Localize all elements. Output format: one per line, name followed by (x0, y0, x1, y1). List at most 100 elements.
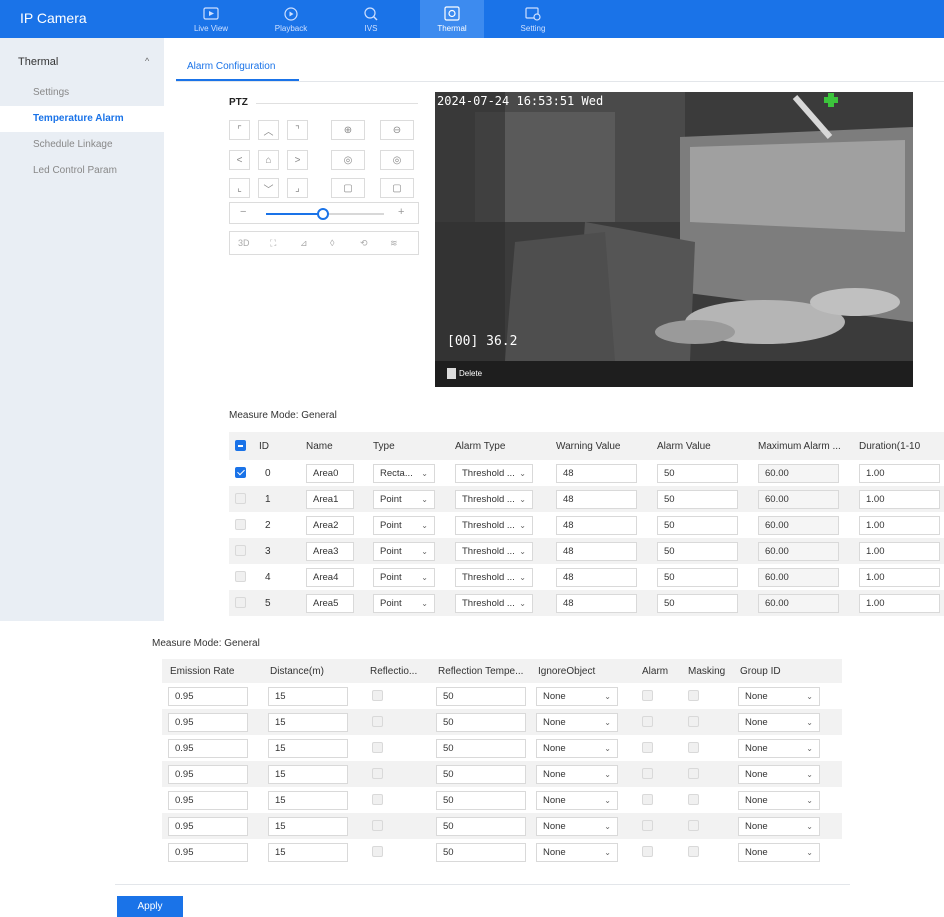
nav-setting[interactable]: Setting (502, 0, 564, 38)
name-input[interactable]: Area4 (306, 567, 354, 587)
focus-frame-icon[interactable]: ⛶ (270, 238, 276, 249)
reflection-checkbox[interactable] (372, 716, 383, 728)
ignore-object-select[interactable]: None ⌄ (536, 712, 618, 732)
focus-far-button[interactable]: ◎ (380, 150, 414, 170)
reflection-checkbox[interactable] (372, 846, 383, 858)
alarm-type-select[interactable]: Threshold ... ⌄ (455, 593, 533, 613)
masking-checkbox[interactable] (688, 794, 699, 806)
distance-input[interactable]: 15 (268, 790, 348, 810)
masking-checkbox[interactable] (688, 742, 699, 754)
reflection-checkbox[interactable] (372, 768, 383, 780)
emission-rate-input[interactable]: 0.95 (168, 842, 248, 862)
reflection-temp-input[interactable]: 50 (436, 686, 526, 706)
3d-position-button[interactable]: 3D (238, 238, 250, 248)
speed-slider-handle[interactable] (317, 208, 329, 220)
name-input[interactable]: Area3 (306, 541, 354, 561)
alarm-value-input[interactable]: 50 (657, 567, 738, 587)
ptz-up-right-button[interactable]: ⌝ (287, 120, 308, 140)
iris-open-button[interactable]: ▢ (331, 178, 365, 198)
alarm-checkbox[interactable] (642, 846, 653, 858)
name-input[interactable]: Area1 (306, 489, 354, 509)
tour-icon[interactable]: ⟲ (360, 238, 368, 249)
nav-playback[interactable]: Playback (260, 0, 322, 38)
row-checkbox[interactable] (235, 545, 246, 557)
alarm-checkbox[interactable] (642, 716, 653, 728)
plus-icon[interactable]: + (398, 206, 404, 218)
alarm-value-input[interactable]: 50 (657, 489, 738, 509)
row-checkbox[interactable] (235, 597, 246, 609)
alarm-value-input[interactable]: 50 (657, 463, 738, 483)
reflection-checkbox[interactable] (372, 742, 383, 754)
ignore-object-select[interactable]: None ⌄ (536, 738, 618, 758)
delete-button[interactable]: Delete (459, 369, 482, 378)
nav-thermal[interactable]: Thermal (420, 0, 484, 38)
emission-rate-input[interactable]: 0.95 (168, 686, 248, 706)
chevron-up-icon[interactable]: ^ (145, 56, 149, 66)
reflection-checkbox[interactable] (372, 820, 383, 832)
nav-ivs[interactable]: IVS (340, 0, 402, 38)
zoom-in-button[interactable]: ⊕ (331, 120, 365, 140)
duration-input[interactable]: 1.00 (859, 567, 940, 587)
minus-icon[interactable]: − (240, 206, 246, 218)
warning-value-input[interactable]: 48 (556, 463, 637, 483)
group-id-select[interactable]: None ⌄ (738, 712, 820, 732)
scan-icon[interactable]: ⊿ (300, 238, 308, 249)
type-select[interactable]: Point ⌄ (373, 515, 435, 535)
masking-checkbox[interactable] (688, 768, 699, 780)
ptz-right-button[interactable]: > (287, 150, 308, 170)
masking-checkbox[interactable] (688, 716, 699, 728)
reflection-temp-input[interactable]: 50 (436, 842, 526, 862)
masking-checkbox[interactable] (688, 820, 699, 832)
emission-rate-input[interactable]: 0.95 (168, 738, 248, 758)
name-input[interactable]: Area0 (306, 463, 354, 483)
distance-input[interactable]: 15 (268, 764, 348, 784)
warning-value-input[interactable]: 48 (556, 515, 637, 535)
duration-input[interactable]: 1.00 (859, 541, 940, 561)
name-input[interactable]: Area2 (306, 515, 354, 535)
row-checkbox[interactable] (235, 571, 246, 583)
ptz-left-button[interactable]: < (229, 150, 250, 170)
alarm-type-select[interactable]: Threshold ... ⌄ (455, 541, 533, 561)
type-select[interactable]: Recta... ⌄ (373, 463, 435, 483)
warning-value-input[interactable]: 48 (556, 567, 637, 587)
reflection-temp-input[interactable]: 50 (436, 790, 526, 810)
zoom-out-button[interactable]: ⊖ (380, 120, 414, 140)
sidebar-item-led-control[interactable]: Led Control Param (0, 158, 164, 184)
type-select[interactable]: Point ⌄ (373, 593, 435, 613)
group-id-select[interactable]: None ⌄ (738, 842, 820, 862)
masking-checkbox[interactable] (688, 846, 699, 858)
duration-input[interactable]: 1.00 (859, 489, 940, 509)
ptz-up-left-button[interactable]: ⌜ (229, 120, 250, 140)
alarm-type-select[interactable]: Threshold ... ⌄ (455, 515, 533, 535)
row-checkbox[interactable] (235, 493, 246, 505)
alarm-type-select[interactable]: Threshold ... ⌄ (455, 463, 533, 483)
sidebar-item-settings[interactable]: Settings (0, 80, 164, 106)
row-checkbox[interactable] (235, 467, 246, 479)
iris-close-button[interactable]: ▢ (380, 178, 414, 198)
alarm-checkbox[interactable] (642, 690, 653, 702)
tab-alarm-configuration[interactable]: Alarm Configuration (187, 61, 275, 72)
type-select[interactable]: Point ⌄ (373, 567, 435, 587)
ptz-down-left-button[interactable]: ⌞ (229, 178, 250, 198)
ignore-object-select[interactable]: None ⌄ (536, 790, 618, 810)
alarm-type-select[interactable]: Threshold ... ⌄ (455, 489, 533, 509)
preset-icon[interactable]: ◊ (330, 238, 334, 248)
group-id-select[interactable]: None ⌄ (738, 816, 820, 836)
ptz-down-button[interactable]: ﹀ (258, 178, 279, 198)
reflection-temp-input[interactable]: 50 (436, 738, 526, 758)
sidebar-item-temperature-alarm[interactable]: Temperature Alarm (0, 106, 164, 132)
reflection-temp-input[interactable]: 50 (436, 816, 526, 836)
alarm-checkbox[interactable] (642, 742, 653, 754)
ptz-home-button[interactable]: ⌂ (258, 150, 279, 170)
ignore-object-select[interactable]: None ⌄ (536, 686, 618, 706)
ignore-object-select[interactable]: None ⌄ (536, 764, 618, 784)
reflection-temp-input[interactable]: 50 (436, 764, 526, 784)
alarm-value-input[interactable]: 50 (657, 515, 738, 535)
emission-rate-input[interactable]: 0.95 (168, 816, 248, 836)
alarm-checkbox[interactable] (642, 820, 653, 832)
group-id-select[interactable]: None ⌄ (738, 764, 820, 784)
emission-rate-input[interactable]: 0.95 (168, 712, 248, 732)
group-id-select[interactable]: None ⌄ (738, 686, 820, 706)
sidebar-section-title[interactable]: Thermal (18, 56, 58, 68)
emission-rate-input[interactable]: 0.95 (168, 764, 248, 784)
